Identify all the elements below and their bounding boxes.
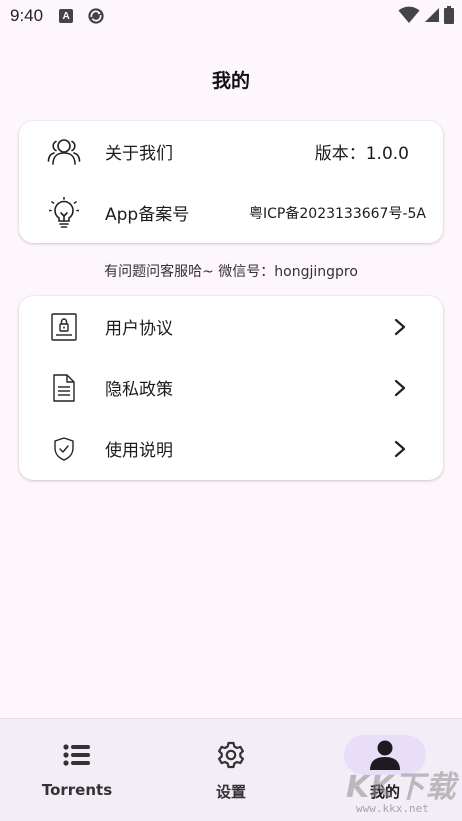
bottom-navigation: Torrents 设置 我的 — [0, 718, 462, 821]
user-agreement-row[interactable]: 用户协议 — [19, 296, 443, 357]
agreement-icon — [47, 310, 81, 344]
about-us-label: 关于我们 — [105, 144, 173, 164]
chevron-right-icon — [394, 318, 406, 335]
links-card: 用户协议 隐私政策 使用说明 — [19, 296, 443, 480]
lightbulb-icon — [47, 196, 81, 230]
icp-filing-value: 粤ICP备2023133667号-5A — [249, 205, 426, 222]
nav-item-mine[interactable]: 我的 — [308, 719, 462, 821]
battery-icon — [444, 6, 454, 24]
signal-icon — [425, 8, 439, 22]
app-filing-row[interactable]: App备案号 粤ICP备2023133667号-5A — [19, 182, 443, 243]
notification-a-icon: A — [59, 9, 74, 23]
usage-instructions-label: 使用说明 — [105, 441, 173, 461]
nav-item-torrents[interactable]: Torrents — [0, 719, 154, 821]
status-indicators — [398, 6, 454, 24]
version-value: 版本：1.0.0 — [314, 144, 409, 164]
status-bar: 9:40 A — [0, 0, 462, 32]
sync-status-icon — [88, 8, 104, 24]
nav-icon-container — [190, 735, 272, 775]
nav-label-settings: 设置 — [215, 783, 246, 801]
about-card: 关于我们 版本：1.0.0 App备案号 粤ICP备2023133667号-5A — [19, 121, 443, 243]
privacy-policy-label: 隐私政策 — [105, 380, 173, 400]
chevron-right-icon — [394, 440, 406, 457]
document-icon — [47, 371, 81, 405]
usage-instructions-row[interactable]: 使用说明 — [19, 418, 443, 479]
status-time: 9:40 — [10, 6, 44, 25]
app-filing-label: App备案号 — [105, 205, 190, 225]
wifi-icon — [398, 6, 420, 23]
user-agreement-label: 用户协议 — [105, 319, 173, 339]
person-icon — [370, 740, 400, 770]
privacy-policy-row[interactable]: 隐私政策 — [19, 357, 443, 418]
nav-icon-container-active — [344, 735, 426, 775]
page-title: 我的 — [211, 70, 250, 92]
about-us-row[interactable]: 关于我们 版本：1.0.0 — [19, 121, 443, 182]
nav-icon-container — [36, 735, 118, 775]
list-icon — [63, 744, 90, 766]
gear-icon — [218, 741, 244, 769]
screen: 9:40 A 我的 关于我们 版本：1.0.0 App备案号 粤ICP备2023… — [0, 0, 462, 821]
chevron-right-icon — [394, 379, 406, 396]
users-icon — [47, 135, 81, 169]
nav-label-mine: 我的 — [369, 783, 400, 801]
nav-item-settings[interactable]: 设置 — [154, 719, 308, 821]
shield-check-icon — [47, 432, 81, 466]
nav-label-torrents: Torrents — [41, 781, 113, 799]
customer-service-contact: 有问题问客服哈~ 微信号：hongjingpro — [104, 264, 358, 280]
